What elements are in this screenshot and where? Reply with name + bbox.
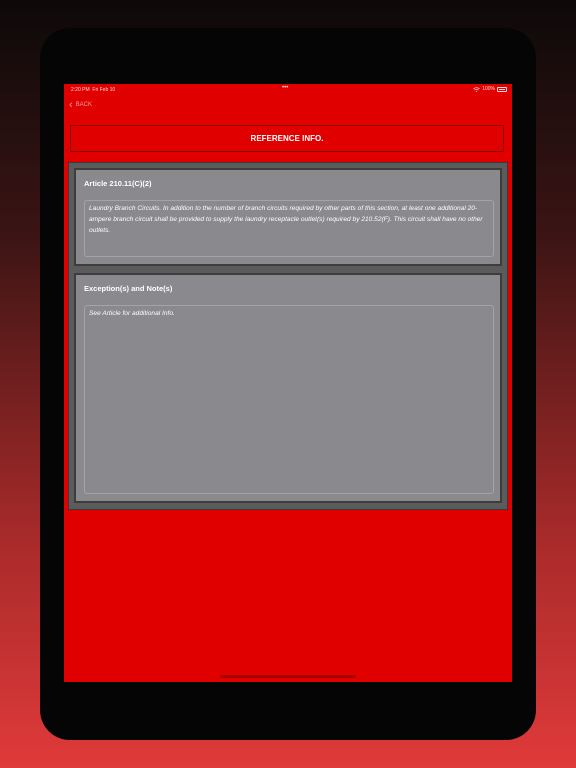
article-title: Article 210.11(C)(2) bbox=[84, 179, 152, 188]
status-time: 2:20 PM Fri Feb 10 bbox=[71, 87, 115, 93]
status-indicators: 100% bbox=[473, 86, 507, 92]
app-screen: 2:20 PM Fri Feb 10 ••• 100% ‹ BACK REFER… bbox=[64, 84, 512, 682]
status-time-clock: 2:20 PM bbox=[71, 87, 90, 93]
notes-panel: Exception(s) and Note(s) See Article for… bbox=[74, 273, 502, 503]
status-bar: 2:20 PM Fri Feb 10 ••• 100% bbox=[64, 84, 512, 96]
article-panel: Article 210.11(C)(2) Laundry Branch Circ… bbox=[74, 168, 502, 266]
page-title-bar: REFERENCE INFO. bbox=[70, 125, 504, 152]
wifi-icon bbox=[473, 86, 480, 92]
status-date: Fri Feb 10 bbox=[92, 87, 116, 93]
back-button[interactable]: ‹ BACK bbox=[69, 99, 93, 111]
battery-percent: 100% bbox=[482, 86, 495, 92]
article-text[interactable]: Laundry Branch Circuits. In addition to … bbox=[84, 200, 494, 257]
page-title: REFERENCE INFO. bbox=[250, 134, 324, 143]
battery-icon bbox=[497, 86, 507, 92]
home-indicator[interactable] bbox=[220, 675, 356, 678]
chevron-left-icon: ‹ bbox=[69, 99, 73, 111]
reference-content: Article 210.11(C)(2) Laundry Branch Circ… bbox=[68, 162, 508, 510]
notes-text[interactable]: See Article for additional Info. bbox=[84, 305, 494, 494]
notes-title: Exception(s) and Note(s) bbox=[84, 284, 173, 293]
back-label: BACK bbox=[75, 102, 93, 108]
multitask-dots[interactable]: ••• bbox=[282, 85, 288, 91]
